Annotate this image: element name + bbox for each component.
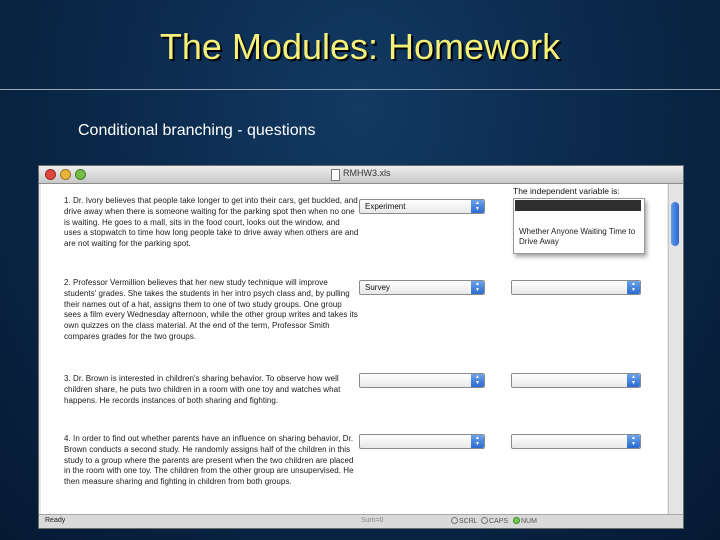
status-ready: Ready <box>45 517 66 524</box>
iv-dropdown-list[interactable]: Whether Anyone Waiting Time to Drive Awa… <box>513 198 645 254</box>
minimize-button[interactable] <box>60 169 71 180</box>
question-2-text: 2. Professor Vermillion believes that he… <box>64 278 358 341</box>
caps-lock-dot-icon <box>481 517 488 524</box>
status-bar: Ready Sum=0 SCRL CAPS NUM <box>39 514 683 528</box>
iv-select-4[interactable]: ▲ ▼ <box>511 434 641 449</box>
chevron-updown-icon: ▲ ▼ <box>471 200 484 213</box>
method-select-2-value: Survey <box>365 283 390 292</box>
scroll-lock-indicator: SCRL <box>451 517 478 525</box>
method-select-2[interactable]: Survey ▲ ▼ <box>359 280 485 295</box>
method-select-1-value: Experiment <box>365 202 406 211</box>
iv-select-2[interactable]: ▲ ▼ <box>511 280 641 295</box>
iv-dropdown-highlighted[interactable] <box>515 200 641 211</box>
worksheet: 1. Dr. Ivory believes that people take l… <box>41 184 667 515</box>
status-sum: Sum=0 <box>361 517 384 524</box>
window-title: RMHW3.xls <box>343 168 391 178</box>
scrollbar-thumb[interactable] <box>671 202 679 246</box>
iv-dropdown-option[interactable]: Whether Anyone Waiting Time to Drive Awa… <box>519 227 639 247</box>
chevron-updown-icon: ▲ ▼ <box>471 435 484 448</box>
slide-subtitle: Conditional branching - questions <box>78 122 316 139</box>
method-select-3[interactable]: ▲ ▼ <box>359 373 485 388</box>
num-lock-label: NUM <box>521 518 537 525</box>
chevron-updown-icon: ▲ ▼ <box>471 374 484 387</box>
iv-select-3[interactable]: ▲ ▼ <box>511 373 641 388</box>
question-3-text: 3. Dr. Brown is interested in children's… <box>64 374 341 405</box>
iv-label: The independent variable is: <box>513 186 620 196</box>
scroll-lock-label: SCRL <box>459 518 478 525</box>
scroll-lock-dot-icon <box>451 517 458 524</box>
chevron-updown-icon: ▲ ▼ <box>627 435 640 448</box>
close-button[interactable] <box>45 169 56 180</box>
vertical-scrollbar[interactable] <box>668 184 682 515</box>
zoom-button[interactable] <box>75 169 86 180</box>
caps-lock-indicator: CAPS <box>481 517 508 525</box>
chevron-updown-icon: ▲ ▼ <box>471 281 484 294</box>
method-select-4[interactable]: ▲ ▼ <box>359 434 485 449</box>
title-divider <box>0 89 720 90</box>
num-lock-indicator: NUM <box>513 517 537 525</box>
chevron-updown-icon: ▲ ▼ <box>627 281 640 294</box>
window-titlebar[interactable]: RMHW3.xls <box>39 166 683 184</box>
spreadsheet-window: RMHW3.xls 1. Dr. Ivory believes that peo… <box>38 165 684 529</box>
chevron-updown-icon: ▲ ▼ <box>627 374 640 387</box>
slide-title: The Modules: Homework <box>159 26 561 67</box>
question-4-text: 4. In order to find out whether parents … <box>64 434 354 487</box>
caps-lock-label: CAPS <box>489 518 509 525</box>
method-select-1[interactable]: Experiment ▲ ▼ <box>359 199 485 214</box>
question-1-text: 1. Dr. Ivory believes that people take l… <box>64 196 359 249</box>
document-icon <box>331 169 340 181</box>
num-lock-dot-icon <box>513 517 520 524</box>
